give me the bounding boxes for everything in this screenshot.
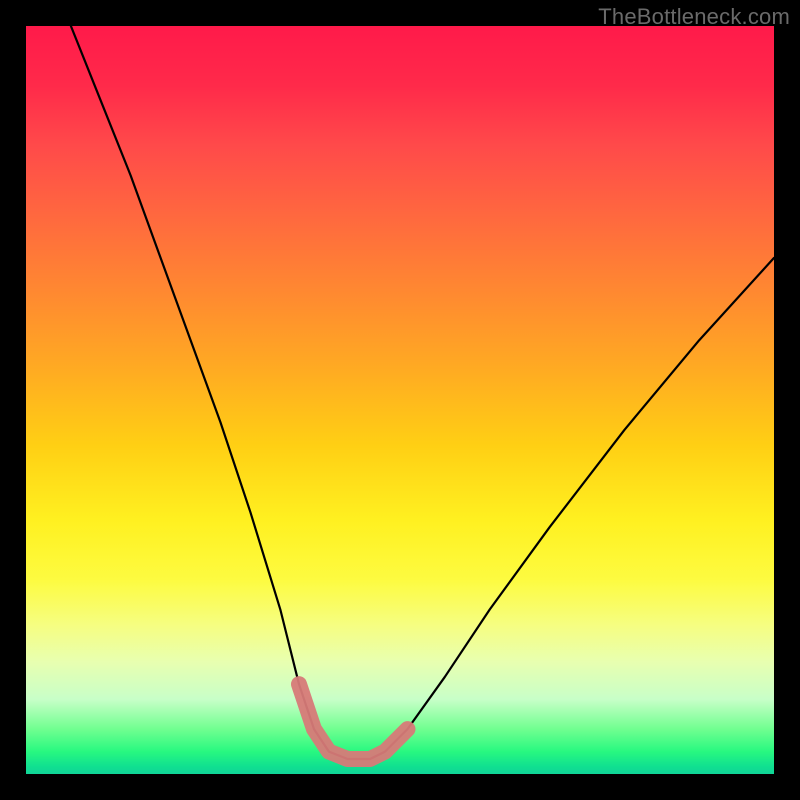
plot-area	[26, 26, 774, 774]
optimal-band	[299, 684, 408, 759]
chart-svg	[26, 26, 774, 774]
bottleneck-curve	[71, 26, 774, 759]
chart-frame: TheBottleneck.com	[0, 0, 800, 800]
